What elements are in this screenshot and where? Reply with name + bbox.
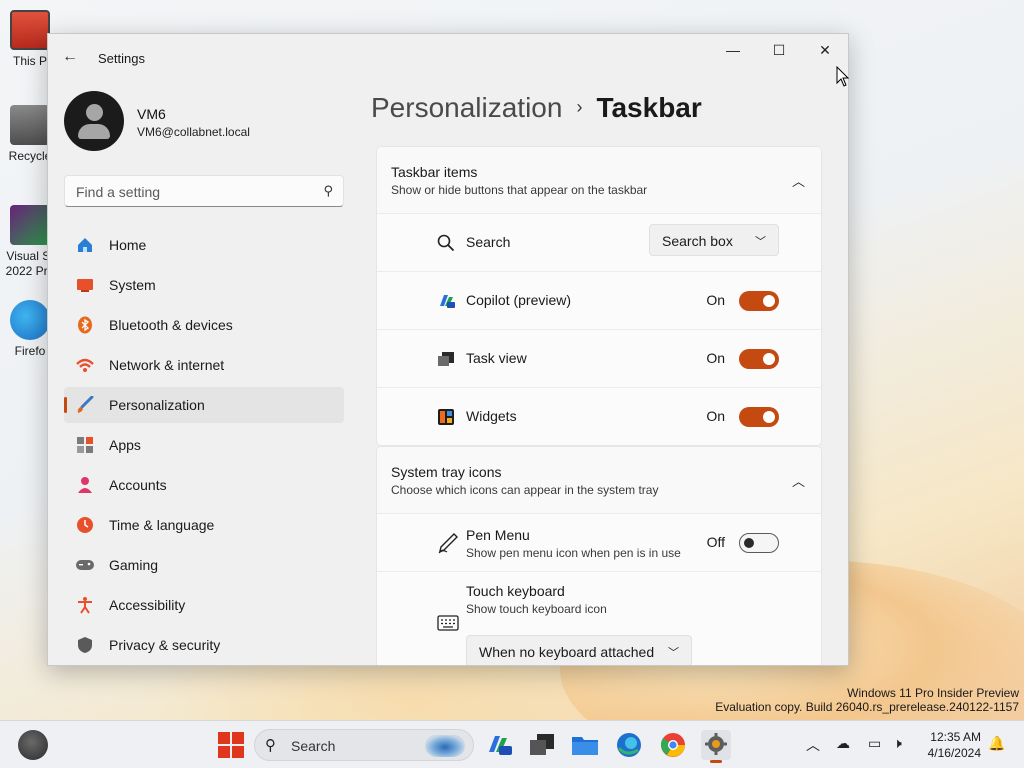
pen-icon <box>438 533 458 554</box>
mouse-cursor-icon <box>836 66 850 87</box>
system-tray-section: System tray icons Choose which icons can… <box>376 446 822 665</box>
chrome-browser-icon[interactable] <box>658 730 688 760</box>
chevron-down-icon: ﹀ <box>755 236 766 248</box>
sidebar-item-gaming[interactable]: Gaming <box>64 547 344 583</box>
gaming-icon <box>76 560 94 570</box>
sidebar-item-personalization[interactable]: Personalization <box>64 387 344 423</box>
back-button[interactable]: ← <box>62 48 82 68</box>
app-title: Settings <box>98 51 145 66</box>
copilot-icon[interactable] <box>484 730 514 760</box>
time-icon <box>77 517 93 533</box>
pen-menu-toggle[interactable] <box>739 533 779 553</box>
shield-icon <box>78 637 92 653</box>
minimize-button[interactable]: — <box>722 42 744 60</box>
home-icon <box>78 238 92 252</box>
notification-bell-icon[interactable]: 🔔 <box>988 735 1005 752</box>
edge-browser-icon[interactable] <box>614 730 644 760</box>
copilot-icon <box>440 295 455 308</box>
monitor-icon <box>10 10 50 50</box>
taskbar-items-section: Taskbar items Show or hide buttons that … <box>376 146 822 446</box>
weather-widget-icon[interactable] <box>18 730 48 760</box>
touch-keyboard-dropdown[interactable]: When no keyboard attached ﹀ <box>466 635 692 665</box>
close-button[interactable]: ✕ <box>814 42 836 60</box>
setting-row-widgets: Widgets On <box>377 387 821 445</box>
setting-row-pen-menu: Pen Menu Show pen menu icon when pen is … <box>377 513 821 571</box>
chevron-down-icon: ﹀ <box>668 647 679 659</box>
avatar[interactable] <box>64 91 124 151</box>
sidebar-item-privacy[interactable]: Privacy & security <box>64 627 344 663</box>
sidebar-item-bluetooth[interactable]: Bluetooth & devices <box>64 307 344 343</box>
search-input[interactable]: Find a setting ⚲ <box>64 175 344 207</box>
search-mode-dropdown[interactable]: Search box ﹀ <box>649 224 779 256</box>
search-placeholder: Find a setting <box>76 184 161 200</box>
task-view-icon <box>438 352 454 366</box>
maximize-button[interactable]: ☐ <box>768 42 790 60</box>
widgets-icon <box>438 409 454 425</box>
breadcrumb: Personalization › Taskbar <box>371 92 702 124</box>
setting-row-search: Search Search box ﹀ <box>377 213 821 271</box>
accessibility-icon <box>78 597 92 614</box>
display-icon[interactable]: ▭ <box>868 735 881 752</box>
network-status-icon[interactable]: ☁ <box>836 735 850 752</box>
taskbar-items-header[interactable]: Taskbar items Show or hide buttons that … <box>377 147 821 213</box>
search-icon: ⚲ <box>265 737 276 754</box>
search-icon <box>437 234 455 252</box>
task-view-toggle[interactable] <box>739 349 779 369</box>
search-highlight-icon <box>425 735 465 757</box>
bluetooth-icon <box>78 316 92 334</box>
system-clock[interactable]: 12:35 AM 4/16/2024 <box>928 729 981 761</box>
page-title: Taskbar <box>596 92 702 123</box>
taskbar-search[interactable]: ⚲ Search <box>254 729 474 761</box>
gear-icon <box>705 733 727 755</box>
chevron-up-icon[interactable]: ︿ <box>806 735 820 755</box>
settings-window: ← Settings — ☐ ✕ VM6 VM6@collabnet.local… <box>47 33 849 666</box>
accounts-icon <box>78 477 92 493</box>
evaluation-watermark: Windows 11 Pro Insider Preview Evaluatio… <box>715 686 1019 714</box>
sidebar-nav: Home System Bluetooth & devices Network … <box>64 227 344 665</box>
sidebar-item-accounts[interactable]: Accounts <box>64 467 344 503</box>
taskbar: ⚲ Search ︿ ☁ ▭ 🕨 12:35 AM 4/16/2024 🔔 <box>0 720 1024 768</box>
volume-muted-icon[interactable]: 🕨 <box>893 735 902 752</box>
setting-row-copilot: Copilot (preview) On <box>377 271 821 329</box>
breadcrumb-parent[interactable]: Personalization <box>371 92 562 123</box>
setting-row-task-view: Task view On <box>377 329 821 387</box>
task-view-icon[interactable] <box>527 730 557 760</box>
start-button[interactable] <box>216 730 246 760</box>
sidebar-item-home[interactable]: Home <box>64 227 344 263</box>
file-explorer-icon[interactable] <box>570 730 600 760</box>
network-icon <box>76 358 94 372</box>
brush-icon <box>77 396 94 413</box>
recycle-bin-icon <box>10 105 50 145</box>
search-icon: ⚲ <box>323 183 333 198</box>
sidebar-item-time-language[interactable]: Time & language <box>64 507 344 543</box>
system-icon <box>77 279 93 292</box>
apps-icon <box>77 437 93 453</box>
chevron-up-icon: ︿ <box>791 174 805 189</box>
copilot-toggle[interactable] <box>739 291 779 311</box>
profile-email: VM6@collabnet.local <box>137 125 250 139</box>
profile-name: VM6 <box>137 106 166 122</box>
settings-app-button[interactable] <box>701 730 731 763</box>
chevron-up-icon: ︿ <box>791 474 805 489</box>
title-bar: ← Settings — ☐ ✕ <box>48 34 848 82</box>
firefox-icon <box>10 300 50 340</box>
back-arrow-icon: ← <box>62 48 78 65</box>
sidebar-item-accessibility[interactable]: Accessibility <box>64 587 344 623</box>
system-tray-header[interactable]: System tray icons Choose which icons can… <box>377 447 821 513</box>
sidebar-item-network[interactable]: Network & internet <box>64 347 344 383</box>
visual-studio-icon <box>10 205 50 245</box>
keyboard-icon <box>437 615 459 631</box>
sidebar-item-system[interactable]: System <box>64 267 344 303</box>
setting-row-touch-keyboard: Touch keyboard Show touch keyboard icon … <box>377 571 821 665</box>
breadcrumb-separator: › <box>576 97 583 117</box>
widgets-toggle[interactable] <box>739 407 779 427</box>
sidebar-item-apps[interactable]: Apps <box>64 427 344 463</box>
